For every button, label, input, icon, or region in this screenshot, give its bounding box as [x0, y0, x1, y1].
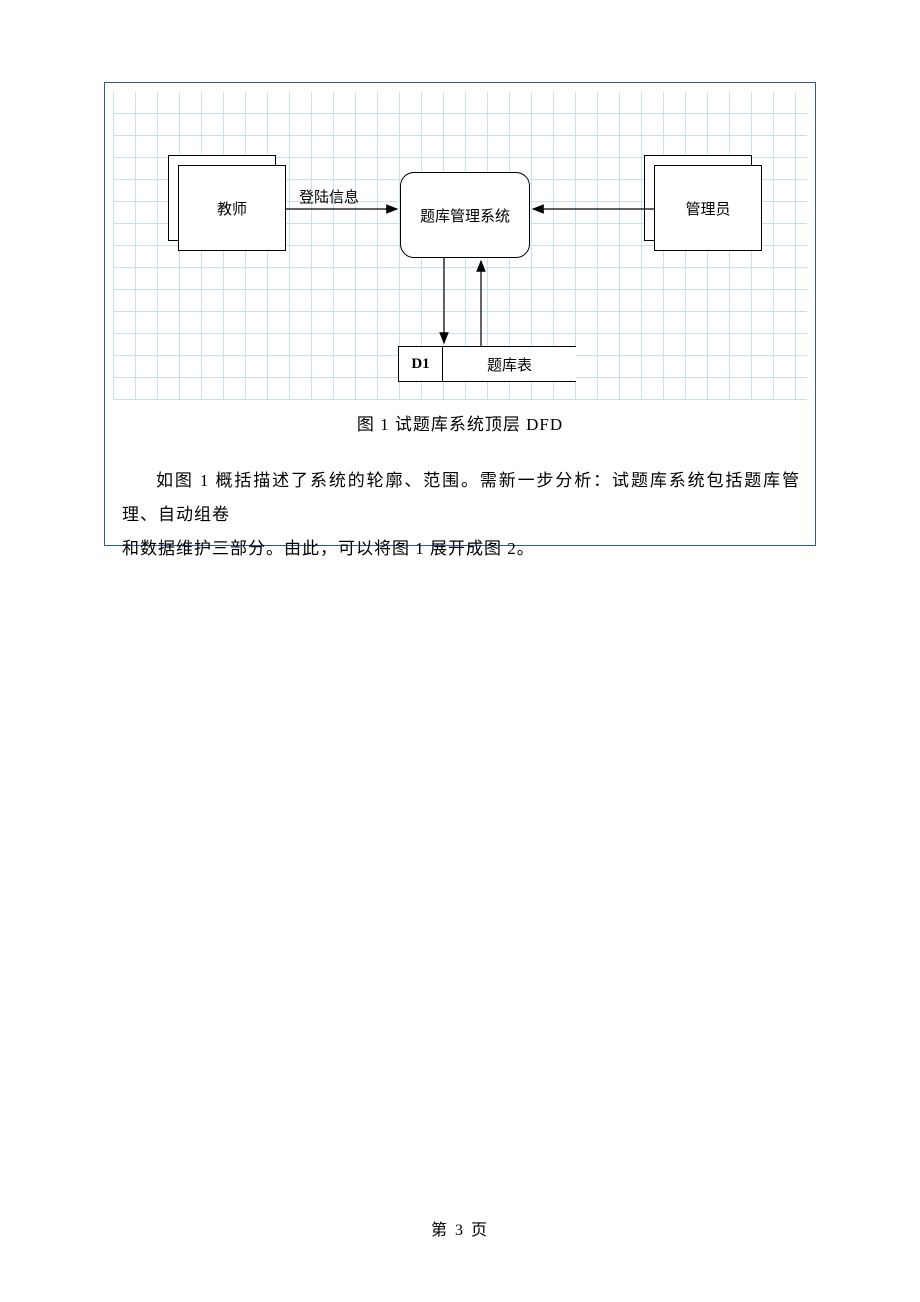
process-label: 题库管理系统: [420, 205, 510, 226]
dfd-diagram: 教师 管理员 题库管理系统 D1 题库表 登陆信息: [113, 92, 807, 400]
flow-label-login: 登陆信息: [299, 186, 359, 207]
admin-label: 管理员: [685, 198, 730, 219]
process-box: 题库管理系统: [400, 172, 530, 258]
body-line-2: 和数据维护三部分。由此，可以将图 1 展开成图 2。: [122, 539, 535, 558]
datastore-box: D1 题库表: [398, 346, 576, 382]
body-line-1: 如图 1 概括描述了系统的轮廓、范围。需新一步分析：试题库系统包括题库管理、自动…: [122, 464, 800, 532]
admin-entity: 管理员: [654, 165, 762, 251]
figure-caption: 图 1 试题库系统顶层 DFD: [113, 410, 807, 435]
datastore-label: 题库表: [443, 347, 576, 381]
body-paragraph: 如图 1 概括描述了系统的轮廓、范围。需新一步分析：试题库系统包括题库管理、自动…: [122, 464, 800, 566]
teacher-entity: 教师: [178, 165, 286, 251]
teacher-label: 教师: [217, 198, 247, 219]
page-footer: 第 3 页: [0, 1216, 920, 1240]
datastore-id: D1: [399, 347, 443, 381]
